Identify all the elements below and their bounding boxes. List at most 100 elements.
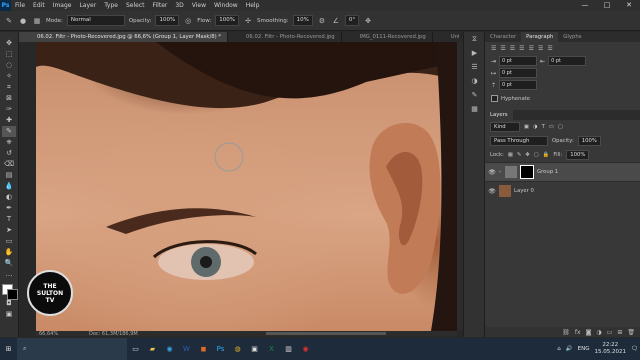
- tab-paragraph[interactable]: Paragraph: [521, 32, 559, 42]
- app-icon-2[interactable]: ▣: [246, 338, 263, 360]
- maximize-button[interactable]: □: [596, 0, 618, 11]
- file-explorer-icon[interactable]: ▰: [144, 338, 161, 360]
- marquee-tool-icon[interactable]: ⬚: [2, 49, 16, 60]
- blend-mode-select[interactable]: Pass Through: [490, 136, 548, 146]
- windows-start-icon[interactable]: ⊞: [0, 338, 17, 360]
- screen-mode-icon[interactable]: ▣: [2, 309, 16, 320]
- align-left-icon[interactable]: ☰: [491, 45, 496, 52]
- filter-adjustment-icon[interactable]: ◑: [533, 124, 538, 130]
- gear-icon[interactable]: ⚙: [317, 16, 327, 26]
- align-center-icon[interactable]: ☰: [500, 45, 505, 52]
- clock[interactable]: 22:22 15.05.2021: [595, 342, 627, 356]
- menu-window[interactable]: Window: [214, 2, 238, 9]
- pressure-opacity-icon[interactable]: ◎: [183, 16, 193, 26]
- menu-image[interactable]: Image: [53, 2, 72, 9]
- visibility-eye-icon[interactable]: 👁: [485, 169, 499, 176]
- history-panel-icon[interactable]: ⧖: [464, 32, 485, 46]
- background-color[interactable]: [7, 289, 18, 300]
- link-layers-icon[interactable]: ⛓: [562, 329, 570, 336]
- brush-settings-icon[interactable]: ▦: [32, 16, 42, 26]
- kind-filter[interactable]: Kind: [490, 122, 520, 132]
- frame-tool-icon[interactable]: ⊠: [2, 93, 16, 104]
- brush-tool-icon[interactable]: ✎: [2, 126, 16, 137]
- move-tool-icon[interactable]: ✥: [2, 38, 16, 49]
- type-tool-icon[interactable]: T: [2, 214, 16, 225]
- tab-character[interactable]: Character: [485, 32, 521, 42]
- layer-row-layer-0[interactable]: 👁 Layer 0: [485, 181, 640, 200]
- layer-opacity-field[interactable]: 100%: [577, 136, 601, 146]
- adjustments-panel-icon[interactable]: ◑: [464, 74, 485, 88]
- lock-paint-icon[interactable]: ✎: [517, 152, 521, 158]
- app-icon-3[interactable]: ▥: [280, 338, 297, 360]
- properties-panel-icon[interactable]: ☰: [464, 60, 485, 74]
- fx-icon[interactable]: fx: [575, 329, 581, 336]
- menu-layer[interactable]: Layer: [79, 2, 96, 9]
- blur-tool-icon[interactable]: 💧: [2, 181, 16, 192]
- menu-help[interactable]: Help: [246, 2, 260, 9]
- path-select-tool-icon[interactable]: ➤: [2, 225, 16, 236]
- close-button[interactable]: ✕: [618, 0, 640, 11]
- gradient-tool-icon[interactable]: ▤: [2, 170, 16, 181]
- adjustment-layer-icon[interactable]: ◑: [596, 329, 601, 336]
- notifications-icon[interactable]: 🗨: [631, 346, 638, 352]
- filter-shape-icon[interactable]: ▭: [549, 124, 554, 130]
- new-group-icon[interactable]: ▭: [607, 329, 613, 336]
- record-icon[interactable]: ◉: [297, 338, 314, 360]
- dodge-tool-icon[interactable]: ◐: [2, 192, 16, 203]
- more-tools-icon[interactable]: …: [2, 269, 16, 280]
- zoom-tool-icon[interactable]: 🔍: [2, 258, 16, 269]
- airbrush-icon[interactable]: ✢: [243, 16, 253, 26]
- word-icon[interactable]: W: [178, 338, 195, 360]
- menu-file[interactable]: File: [15, 2, 25, 9]
- color-swatches[interactable]: [1, 284, 18, 300]
- brush-tool-icon[interactable]: ✎: [4, 16, 14, 26]
- eraser-tool-icon[interactable]: ⌫: [2, 159, 16, 170]
- zoom-level[interactable]: 66,64%: [39, 331, 58, 337]
- quick-select-tool-icon[interactable]: ✧: [2, 71, 16, 82]
- shape-tool-icon[interactable]: ▭: [2, 236, 16, 247]
- visibility-eye-icon[interactable]: 👁: [485, 188, 499, 195]
- swatches-panel-icon[interactable]: ▦: [464, 102, 485, 116]
- menu-view[interactable]: View: [192, 2, 206, 9]
- brushes-panel-icon[interactable]: ✎: [464, 88, 485, 102]
- symmetry-icon[interactable]: ✥: [363, 16, 373, 26]
- menu-filter[interactable]: Filter: [153, 2, 168, 9]
- lock-pixels-icon[interactable]: ▦: [508, 152, 513, 158]
- tab-document-1[interactable]: 06.02. Filtr - Photo-Recovered.jpg @ 66,…: [19, 32, 229, 42]
- crop-tool-icon[interactable]: ⌗: [2, 82, 16, 93]
- tab-document-2[interactable]: 06.02. Filtr - Photo-Recovered.jpg: [228, 32, 342, 42]
- angle-icon[interactable]: ∠: [331, 16, 341, 26]
- justify-last-right-icon[interactable]: ☰: [538, 45, 543, 52]
- first-line-indent-field[interactable]: 0 pt: [499, 68, 538, 78]
- indent-right-field[interactable]: 0 pt: [548, 56, 587, 66]
- lasso-tool-icon[interactable]: ◌: [2, 60, 16, 71]
- lock-artboard-icon[interactable]: ▢: [534, 152, 539, 158]
- document-canvas[interactable]: [36, 42, 457, 331]
- menu-type[interactable]: Type: [104, 2, 118, 9]
- minimize-button[interactable]: —: [574, 0, 596, 11]
- actions-panel-icon[interactable]: ▶: [464, 46, 485, 60]
- app-icon[interactable]: ◼: [195, 338, 212, 360]
- hyphenate-checkbox[interactable]: [491, 95, 498, 102]
- angle-field[interactable]: 0°: [344, 15, 360, 26]
- excel-icon[interactable]: X: [263, 338, 280, 360]
- language-indicator[interactable]: ENG: [578, 346, 590, 352]
- tab-layers[interactable]: Layers: [485, 110, 513, 120]
- network-icon[interactable]: ⌂: [557, 346, 561, 352]
- pen-tool-icon[interactable]: ✒: [2, 203, 16, 214]
- edge-browser-icon[interactable]: ◉: [161, 338, 178, 360]
- lock-move-icon[interactable]: ✥: [525, 152, 529, 158]
- lock-all-icon[interactable]: 🔒: [543, 152, 550, 158]
- justify-all-icon[interactable]: ☰: [547, 45, 552, 52]
- filter-type-icon[interactable]: T: [542, 124, 545, 130]
- tab-document-4[interactable]: Untitle: [432, 32, 459, 42]
- healing-brush-tool-icon[interactable]: ✚: [2, 115, 16, 126]
- taskbar-search[interactable]: ⌕: [17, 338, 127, 360]
- clone-stamp-tool-icon[interactable]: ⎈: [2, 137, 16, 148]
- volume-icon[interactable]: 🔊: [566, 346, 573, 352]
- eyedropper-tool-icon[interactable]: ✑: [2, 104, 16, 115]
- opacity-field[interactable]: 100%: [155, 15, 180, 26]
- space-before-field[interactable]: 0 pt: [499, 80, 538, 90]
- flow-field[interactable]: 100%: [215, 15, 240, 26]
- photoshop-taskbar-icon[interactable]: Ps: [212, 338, 229, 360]
